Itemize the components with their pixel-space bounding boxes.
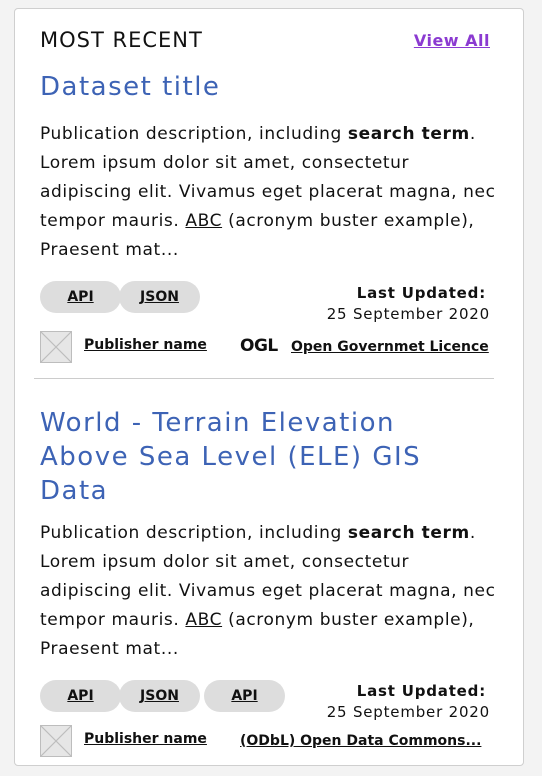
last-updated-date: 25 September 2020	[326, 305, 490, 323]
item-divider	[34, 378, 494, 379]
last-updated-label: Last Updated:	[356, 284, 486, 302]
publisher-name-link[interactable]: Publisher name	[84, 731, 207, 747]
dataset-description: Publication description, including searc…	[40, 124, 496, 260]
format-tag-api[interactable]: API	[40, 281, 121, 313]
publisher-placeholder-icon	[40, 331, 72, 363]
section-heading: MOST RECENT	[40, 28, 203, 52]
format-tag-api[interactable]: API	[40, 680, 121, 712]
search-term-highlight: search term	[347, 124, 470, 144]
dataset-title-link[interactable]: Dataset title	[40, 70, 480, 104]
acronym-abbr[interactable]: ABC	[185, 610, 222, 630]
last-updated-label: Last Updated:	[356, 682, 486, 700]
licence-link[interactable]: Open Governmet Licence	[291, 339, 489, 355]
publisher-name-link[interactable]: Publisher name	[84, 337, 207, 353]
dataset-description: Publication description, including searc…	[40, 523, 496, 659]
format-tag-json[interactable]: JSON	[119, 281, 200, 313]
last-updated-date: 25 September 2020	[326, 703, 490, 721]
dataset-title-link[interactable]: World - Terrain Elevation Above Sea Leve…	[40, 406, 470, 508]
ogl-logo: OGL	[240, 336, 278, 356]
acronym-abbr[interactable]: ABC	[185, 211, 222, 231]
publisher-placeholder-icon	[40, 725, 72, 757]
licence-link[interactable]: (ODbL) Open Data Commons...	[240, 733, 481, 749]
format-tag-json[interactable]: JSON	[119, 680, 200, 712]
view-all-link[interactable]: View All	[414, 31, 490, 50]
search-term-highlight: search term	[347, 523, 470, 543]
